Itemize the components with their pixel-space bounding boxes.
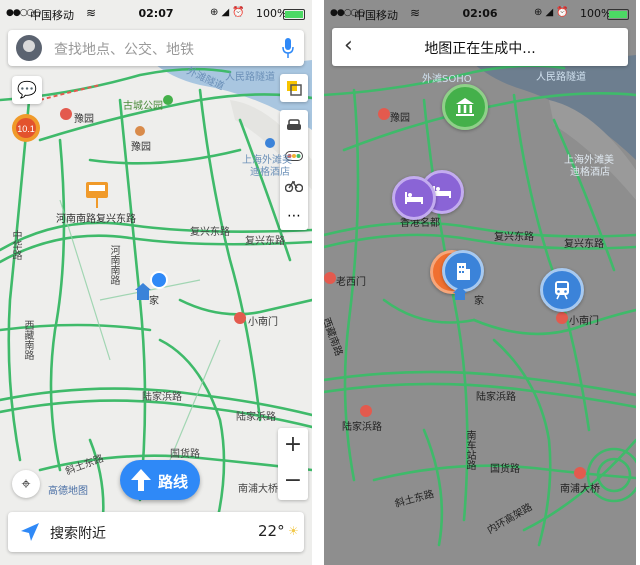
locate-button[interactable]: ⌖ (12, 470, 40, 498)
nearby-search-label: 搜索附近 (50, 526, 106, 542)
home-label: 家 (474, 296, 484, 307)
road-label: 人民路隧道 (225, 72, 275, 83)
road-label: 复兴东路 (245, 236, 285, 247)
place-label: 豫园 (74, 114, 94, 125)
metro-marker[interactable] (574, 467, 586, 479)
metro-marker[interactable] (60, 108, 72, 120)
park-label: 古城公园 (123, 101, 163, 112)
place-label: 小南门 (569, 316, 599, 327)
landmark-marker[interactable] (135, 126, 145, 136)
left-phone-screen: ●●○○○ 中国移动 ≋ 02:07 ⊕ ◢ ⏰ 100% 查找地点、公交、地铁… (0, 0, 312, 565)
road-label: 陆家浜路 (342, 422, 382, 433)
route-arrow-icon (131, 469, 151, 491)
navigation-arrow-icon (21, 523, 39, 541)
avatar[interactable] (16, 35, 42, 61)
place-label: 豫园 (390, 113, 410, 124)
hotel-label: 迪格酒店 (250, 167, 290, 178)
battery-icon (607, 9, 629, 20)
brand-logo-text: 高德地图 (48, 486, 88, 497)
temperature: 22° (258, 522, 285, 540)
metro-marker[interactable] (324, 272, 336, 284)
crosshair-icon: ⌖ (21, 474, 31, 493)
road-label: 国货路 (490, 464, 520, 475)
museum-poi-icon[interactable] (442, 84, 488, 130)
microphone-icon[interactable] (282, 37, 294, 59)
bus-stop-label: 河南南路复兴东路 (56, 214, 136, 225)
place-label: 老西门 (336, 277, 366, 288)
place-label: 外滩SOHO (422, 74, 472, 85)
place-label: 豫园 (131, 142, 151, 153)
road-label: 西藏南路 (22, 320, 33, 360)
nearby-search-bar[interactable]: 搜索附近 22° ☀ (8, 512, 304, 552)
layers-button[interactable] (280, 74, 308, 102)
taxi-icon[interactable] (280, 112, 308, 140)
road-label: 南浦大桥 (238, 484, 278, 495)
status-bar: ●●○○○ 中国移动 ≋ 02:06 ⊕ ◢ ⏰ 100% (324, 0, 636, 28)
road-label: 人民路隧道 (536, 72, 586, 83)
road-label: 南车站路 (464, 430, 475, 470)
battery-icon (283, 9, 305, 20)
road-label: 南浦大桥 (560, 484, 600, 495)
alarm-icon: ⊕ ◢ ⏰ (210, 7, 245, 18)
generating-header: ‹ 地图正在生成中... (332, 28, 628, 66)
road-label: 陆家浜路 (236, 412, 276, 423)
route-button-label: 路线 (158, 473, 189, 491)
search-bar[interactable]: 查找地点、公交、地铁 (8, 30, 304, 66)
bus-stop-icon[interactable] (84, 180, 110, 210)
alarm-icon: ⊕ ◢ ⏰ (534, 7, 569, 18)
place-label: 小南门 (248, 317, 278, 328)
road-label: 复兴东路 (494, 232, 534, 243)
metro-marker[interactable] (378, 108, 390, 120)
home-icon[interactable] (452, 285, 468, 301)
right-phone-screen: ●●○○○ 中国移动 ≋ 02:06 ⊕ ◢ ⏰ 100% ‹ 地图正在生成中.… (324, 0, 636, 565)
road-label: 河南南路 (108, 245, 119, 285)
status-bar: ●●○○○ 中国移动 ≋ 02:07 ⊕ ◢ ⏰ 100% (0, 0, 312, 28)
chat-bubble-icon: 💬 (17, 80, 37, 99)
hotel-poi-icon[interactable] (392, 176, 436, 220)
search-placeholder[interactable]: 查找地点、公交、地铁 (54, 39, 194, 59)
zoom-controls: + − (278, 428, 308, 500)
road-label: 陆家浜路 (142, 392, 182, 403)
route-button[interactable]: 路线 (120, 460, 200, 500)
message-button[interactable]: 💬 (12, 76, 42, 104)
road-label: 中华路 (10, 230, 21, 260)
hotel-marker[interactable] (265, 138, 275, 148)
weather-icon: ☀ (288, 524, 299, 538)
metro-marker[interactable] (234, 312, 246, 324)
page-title: 地图正在生成中... (424, 41, 536, 57)
road-label: 国货路 (170, 449, 200, 460)
metro-marker[interactable] (360, 405, 372, 417)
zoom-in-button[interactable]: + (278, 432, 308, 457)
more-icon[interactable]: ⋯ (280, 202, 308, 230)
promo-badge[interactable]: 10.1 (10, 112, 42, 144)
layers-icon (280, 74, 308, 102)
metro-marker[interactable] (556, 312, 568, 324)
metro-poi-icon[interactable] (540, 268, 584, 312)
road-label: 复兴东路 (564, 239, 604, 250)
hotel-label: 迪格酒店 (570, 167, 610, 178)
park-marker[interactable] (163, 95, 173, 105)
road-label: 陆家浜路 (476, 392, 516, 403)
promo-badge-label: 10.1 (17, 124, 35, 134)
zoom-out-button[interactable]: − (278, 468, 308, 493)
current-location-icon[interactable] (134, 270, 168, 304)
road-label: 复兴东路 (190, 227, 230, 238)
